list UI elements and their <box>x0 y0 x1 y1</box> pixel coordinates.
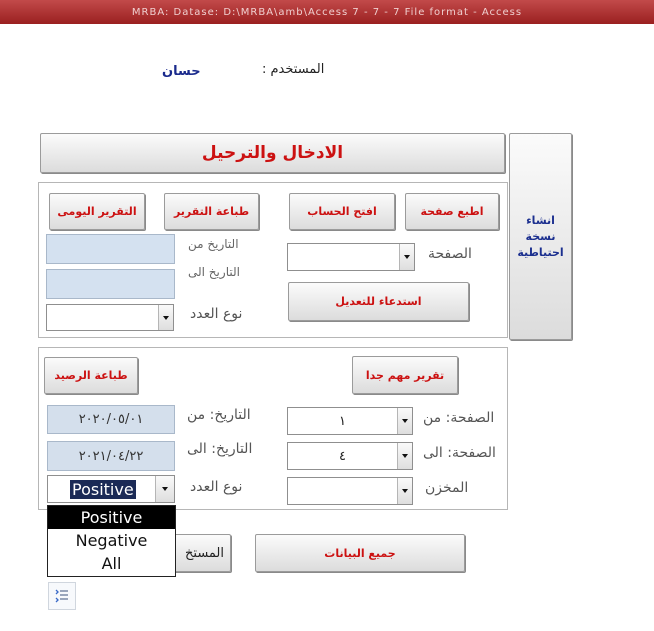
date-to-label: التاريخ الى <box>188 265 240 279</box>
window-title: MRBA: Datase: D:\MRBA\amb\Access 7 - 7 -… <box>131 7 523 18</box>
chevron-down-icon[interactable] <box>155 476 174 502</box>
chevron-down-icon[interactable] <box>158 305 173 330</box>
chevron-down-icon[interactable] <box>397 478 412 504</box>
all-data-button[interactable]: جميع البيانات <box>255 534 465 572</box>
dropdown-option[interactable]: All <box>48 552 175 575</box>
open-account-button[interactable]: افتح الحساب <box>289 193 395 230</box>
number-type-combo[interactable] <box>46 304 174 331</box>
chevron-down-icon[interactable] <box>399 244 414 270</box>
print-balance-button[interactable]: طباعة الرصيد <box>44 357 138 394</box>
dropdown-option[interactable]: Negative <box>48 529 175 552</box>
balance-date-to-field[interactable]: ٢٠٢١/٠٤/٢٢ <box>47 441 175 471</box>
balance-date-from-label: التاريخ: من <box>187 407 251 423</box>
input-and-posting-button[interactable]: الادخال والترحيل <box>40 133 505 173</box>
date-to-field[interactable] <box>46 269 175 299</box>
page-from-label: الصفحة: من <box>423 410 495 426</box>
page-label: الصفحة <box>428 246 472 262</box>
sort-list-icon[interactable] <box>48 582 76 610</box>
page-to-combo[interactable]: ٤ <box>287 442 413 470</box>
user-label: المستخدم : <box>262 62 325 77</box>
balance-number-type-label: نوع العدد <box>190 479 243 495</box>
balance-number-type-combo[interactable]: Positive <box>47 475 175 503</box>
balance-date-to-label: التاريخ: الى <box>187 441 253 457</box>
print-report-button[interactable]: طباعة التقرير <box>164 193 259 230</box>
very-important-report-button[interactable]: تقرير مهم جدا <box>352 356 458 394</box>
recall-for-edit-button[interactable]: استدعاء للتعديل <box>288 282 469 321</box>
balance-date-from-field[interactable]: ٢٠٢٠/٠٥/٠١ <box>47 405 175 434</box>
user-name: حسان <box>162 64 201 79</box>
sort-list-icon-glyph <box>55 589 68 603</box>
page-from-value: ١ <box>339 413 346 429</box>
date-from-label: التاريخ من <box>188 237 239 251</box>
create-backup-button[interactable]: انشاء نسخة احتياطية <box>509 133 572 340</box>
number-type-combo-value <box>47 305 158 330</box>
warehouse-value <box>288 478 397 504</box>
window-title-bar: MRBA: Datase: D:\MRBA\amb\Access 7 - 7 -… <box>0 0 654 24</box>
page-to-label: الصفحة: الى <box>423 445 496 461</box>
dropdown-option[interactable]: Positive <box>48 506 175 529</box>
page-from-combo[interactable]: ١ <box>287 407 413 435</box>
number-type-dropdown-list: Positive Negative All <box>47 505 176 577</box>
page-to-value: ٤ <box>339 448 346 464</box>
print-page-button[interactable]: اطبع صفحة <box>405 193 499 230</box>
page-combo-value <box>288 244 399 270</box>
warehouse-combo[interactable] <box>287 477 413 505</box>
chevron-down-icon[interactable] <box>397 443 412 469</box>
balance-number-type-value: Positive <box>70 479 136 499</box>
date-from-field[interactable] <box>46 234 175 264</box>
page-combo[interactable] <box>287 243 415 271</box>
number-type-label: نوع العدد <box>190 306 243 322</box>
warehouse-label: المخزن <box>425 480 469 496</box>
daily-report-button[interactable]: التقرير اليومى <box>49 193 145 230</box>
chevron-down-icon[interactable] <box>397 408 412 434</box>
